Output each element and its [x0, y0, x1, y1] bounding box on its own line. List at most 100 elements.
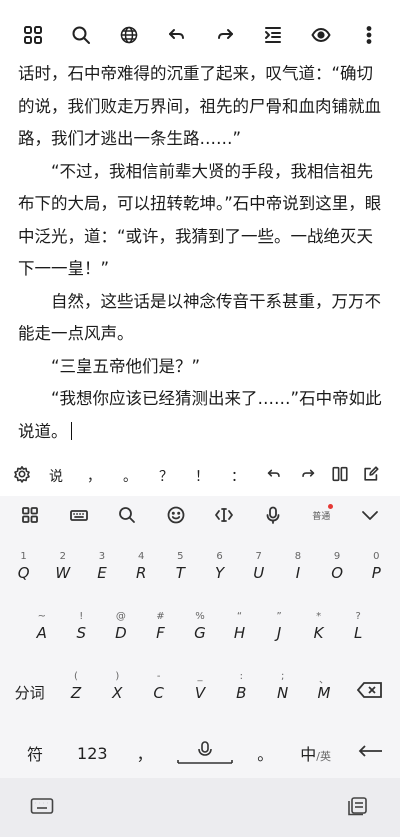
emoji-icon[interactable]	[162, 501, 190, 529]
key-u[interactable]: 7U	[241, 548, 277, 592]
candidate-5[interactable]: ！	[184, 466, 220, 486]
keyboard-toolbar: 普通	[0, 496, 400, 534]
key-t-main: T	[175, 564, 185, 582]
undo-icon[interactable]	[256, 465, 292, 487]
settings-icon[interactable]	[8, 465, 36, 487]
symbols-key[interactable]: 符	[20, 741, 50, 765]
key-l[interactable]: ? L	[340, 608, 376, 652]
language-switch-key[interactable]: 中/英	[296, 741, 336, 765]
key-d[interactable]: @ D	[103, 608, 139, 652]
clipboard-icon[interactable]	[346, 796, 370, 820]
system-bar	[0, 778, 400, 837]
text-editor[interactable]: 话时，石中帝难得的沉重了起来，叹气道：“确切的说，我们败走万界间，祖先的尸骨和血…	[18, 58, 384, 456]
numbers-key[interactable]: 123	[70, 744, 114, 763]
backspace-key[interactable]	[347, 668, 393, 712]
keyboard: 普通 1Q 2W 3E 4R 5T 6Y 7U 8I 9O 0P ~ A ! S @…	[0, 496, 400, 781]
key-m[interactable]: 、 M	[306, 668, 342, 712]
key-s[interactable]: ! S	[63, 608, 99, 652]
grid-icon[interactable]	[20, 22, 46, 48]
key-c-main: C	[153, 684, 164, 702]
eye-icon[interactable]	[308, 22, 334, 48]
key-y[interactable]: 6Y	[202, 548, 238, 592]
keyboard-switch-icon[interactable]	[30, 796, 54, 820]
key-k[interactable]: * K	[301, 608, 337, 652]
key-f-sub: #	[156, 611, 165, 622]
key-o[interactable]: 9O	[319, 548, 355, 592]
space-mic-icon	[177, 741, 233, 764]
key-p[interactable]: 0P	[358, 548, 394, 592]
keyboard-layout-icon[interactable]	[65, 501, 93, 529]
key-l-sub: ?	[355, 611, 361, 622]
key-g[interactable]: % G	[182, 608, 218, 652]
period-key[interactable]: 。	[255, 741, 275, 765]
key-x[interactable]: ) X	[99, 668, 135, 712]
candidate-2[interactable]: ，	[76, 466, 112, 486]
voice-mode-icon[interactable]: 普通	[307, 501, 335, 529]
key-r-main: R	[135, 564, 147, 582]
key-k-sub: *	[316, 611, 322, 622]
language-main: 中	[300, 745, 317, 764]
key-j-main: J	[276, 624, 282, 642]
key-s-main: S	[76, 624, 87, 642]
paragraph-1: 话时，石中帝难得的沉重了起来，叹气道：“确切的说，我们败走万界间，祖先的尸骨和血…	[18, 64, 381, 148]
paragraph-3: 自然，这些话是以神念传音干系甚重，万万不能走一点风声。	[18, 291, 381, 344]
search-icon[interactable]	[113, 501, 141, 529]
language-sub: /英	[316, 750, 331, 763]
key-row-1: 1Q 2W 3E 4R 5T 6Y 7U 8I 9O 0P	[0, 548, 400, 592]
candidate-1[interactable]: 说	[36, 466, 76, 486]
candidate-bar: 说 ， 。 ？ ！ ：	[0, 456, 400, 496]
key-q[interactable]: 1Q	[6, 548, 42, 592]
key-b[interactable]: :B	[223, 668, 259, 712]
enter-key[interactable]	[356, 743, 386, 763]
enter-icon	[358, 745, 382, 757]
key-r-sub: 4	[137, 551, 145, 562]
key-row-2: ~ A ! S @ D # F % G “H ” J * K ? L	[0, 608, 400, 652]
key-c-sub: -	[156, 671, 161, 682]
key-n-sub: ;	[280, 671, 285, 682]
candidate-4[interactable]: ？	[148, 466, 184, 486]
key-j[interactable]: ” J	[261, 608, 297, 652]
key-h[interactable]: “H	[222, 608, 258, 652]
key-w-sub: 2	[59, 551, 66, 562]
collapse-keyboard-icon[interactable]	[356, 501, 384, 529]
space-key[interactable]	[175, 738, 235, 768]
search-icon[interactable]	[68, 22, 94, 48]
outline-icon[interactable]	[260, 22, 286, 48]
key-v[interactable]: _ V	[182, 668, 218, 712]
candidate-3[interactable]: 。	[112, 466, 148, 486]
key-v-main: V	[194, 684, 206, 702]
key-i-sub: 8	[294, 551, 302, 562]
voice-input-icon[interactable]	[259, 501, 287, 529]
candidate-6[interactable]: ：	[220, 466, 256, 486]
key-c[interactable]: -C	[141, 668, 177, 712]
text-caret	[70, 421, 72, 440]
key-i[interactable]: 8I	[280, 548, 316, 592]
segment-key[interactable]: 分词	[7, 668, 53, 712]
key-e-main: E	[97, 564, 107, 582]
undo-icon[interactable]	[164, 22, 190, 48]
key-n-main: N	[277, 684, 289, 702]
key-o-main: O	[331, 564, 343, 582]
key-d-sub: @	[115, 611, 126, 622]
key-f[interactable]: # F	[142, 608, 178, 652]
paragraph-4: “三皇五帝他们是？”	[51, 356, 201, 376]
key-q-main: Q	[17, 564, 30, 582]
more-icon[interactable]	[356, 22, 382, 48]
cursor-move-icon[interactable]	[210, 501, 238, 529]
key-w[interactable]: 2W	[45, 548, 81, 592]
redo-icon[interactable]	[212, 22, 238, 48]
key-v-sub: _	[197, 671, 203, 682]
key-t[interactable]: 5T	[162, 548, 198, 592]
split-view-icon[interactable]	[324, 465, 356, 487]
comma-key[interactable]: ，	[135, 741, 155, 765]
redo-icon[interactable]	[292, 465, 324, 487]
globe-icon[interactable]	[116, 22, 142, 48]
key-r[interactable]: 4R	[123, 548, 159, 592]
key-n[interactable]: ; N	[265, 668, 301, 712]
key-f-main: F	[156, 624, 165, 642]
key-z[interactable]: (Z	[58, 668, 94, 712]
apps-grid-icon[interactable]	[16, 501, 44, 529]
key-a[interactable]: ~ A	[24, 608, 60, 652]
edit-icon[interactable]	[356, 465, 386, 487]
key-e[interactable]: 3E	[84, 548, 120, 592]
